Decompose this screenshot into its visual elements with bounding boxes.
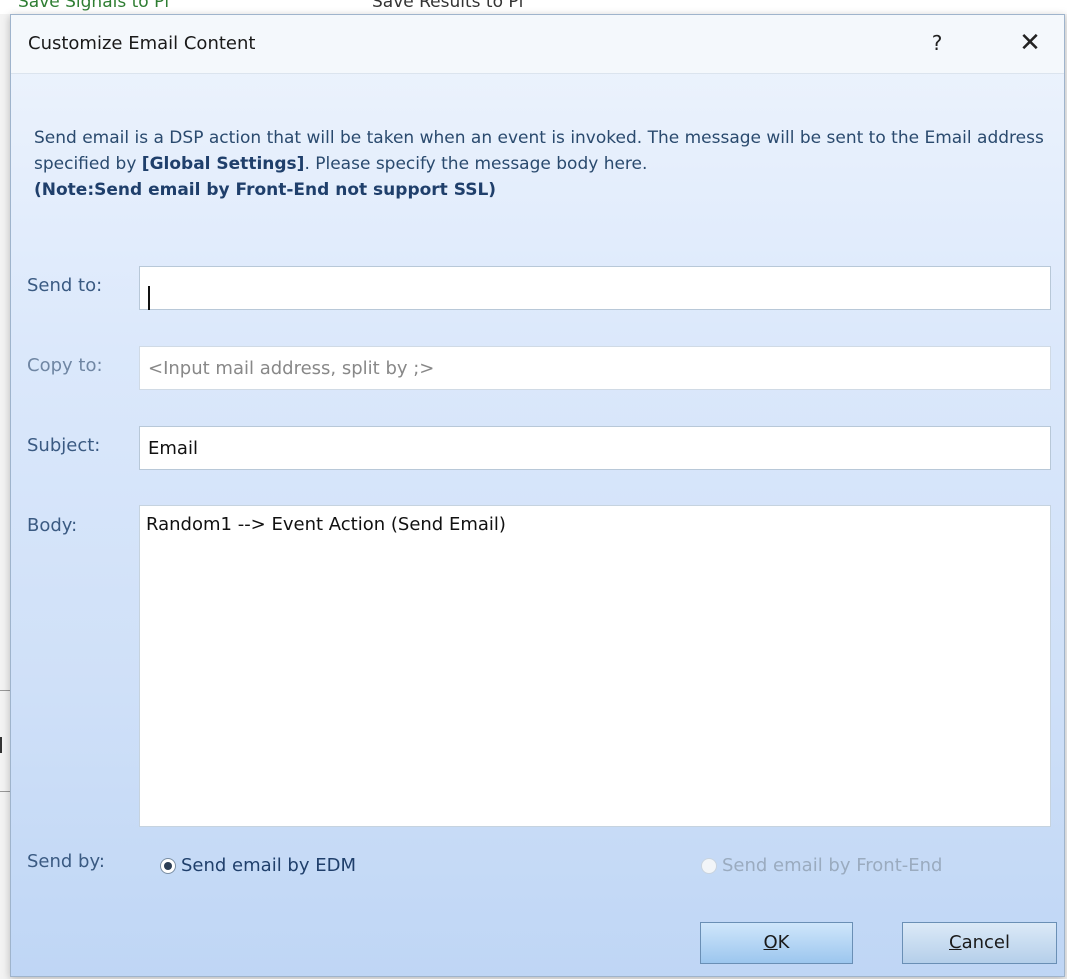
background-toolbar: Save Signals to Pl Save Results to Pl <box>0 0 1067 14</box>
cancel-accelerator: C <box>949 932 962 953</box>
cancel-button[interactable]: Cancel <box>902 922 1057 964</box>
body-label: Body: <box>27 515 78 536</box>
background-edge <box>0 690 10 792</box>
background-label-left: Save Signals to Pl <box>18 0 170 12</box>
ok-label: K <box>777 932 790 953</box>
send-to-label: Send to: <box>27 275 103 296</box>
help-button[interactable]: ? <box>916 21 958 65</box>
background-label-right: Save Results to Pl <box>372 0 524 12</box>
dialog-titlebar: Customize Email Content ? ✕ <box>11 15 1064 74</box>
send-by-frontend-label: Send email by Front-End <box>722 855 943 876</box>
ssl-note: (Note:Send email by Front-End not suppor… <box>34 180 497 200</box>
close-button[interactable]: ✕ <box>1009 21 1051 65</box>
subject-label: Subject: <box>27 435 101 456</box>
copy-to-label: Copy to: <box>27 355 103 376</box>
radio-selected-icon <box>160 857 176 874</box>
subject-input[interactable] <box>139 426 1051 470</box>
send-by-edm-label: Send email by EDM <box>181 855 356 876</box>
send-by-frontend-radio[interactable]: Send email by Front-End <box>701 855 942 876</box>
send-by-edm-radio[interactable]: Send email by EDM <box>160 855 356 876</box>
dialog-description: Send email is a DSP action that will be … <box>34 125 1059 203</box>
text-caret <box>148 286 150 310</box>
dialog-title: Customize Email Content <box>28 33 256 54</box>
customize-email-dialog: Customize Email Content ? ✕ Send email i… <box>10 14 1065 977</box>
copy-to-input[interactable] <box>139 346 1051 390</box>
description-text-end: . Please specify the message body here. <box>304 154 648 174</box>
ok-button[interactable]: OK <box>700 922 853 964</box>
global-settings-ref: [Global Settings] <box>141 154 305 174</box>
ok-accelerator: O <box>763 932 778 953</box>
cancel-label: ancel <box>961 932 1010 953</box>
send-by-label: Send by: <box>27 851 105 872</box>
radio-unselected-icon <box>701 857 717 874</box>
send-to-input[interactable] <box>139 266 1051 310</box>
body-textarea[interactable]: Random1 --> Event Action (Send Email) <box>139 505 1051 827</box>
